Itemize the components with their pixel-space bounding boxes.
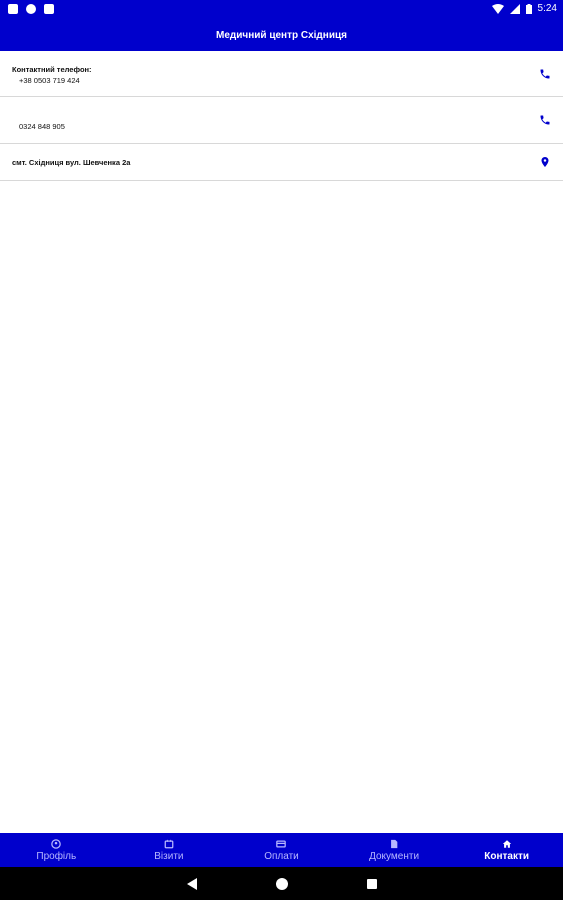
profile-icon bbox=[51, 838, 62, 849]
nav-label: Контакти bbox=[484, 850, 530, 862]
nav-item-payments[interactable]: Оплати bbox=[225, 833, 338, 867]
contact-address: смт. Східниця вул. Шевченка 2а bbox=[12, 158, 131, 167]
status-time: 5:24 bbox=[537, 3, 557, 14]
nav-label: Візити bbox=[154, 850, 184, 862]
page-title: Медичний центр Східниця bbox=[216, 30, 347, 41]
app-bar: Медичний центр Східниця bbox=[0, 20, 563, 51]
contact-row-address[interactable]: смт. Східниця вул. Шевченка 2а bbox=[0, 144, 563, 181]
contact-label: Контактний телефон: bbox=[12, 65, 92, 74]
bottom-navigation: Профіль Візити Оплати Документи Контакти bbox=[0, 833, 563, 867]
home-button-icon[interactable] bbox=[276, 878, 288, 890]
nav-item-documents[interactable]: Документи bbox=[338, 833, 451, 867]
nav-item-profile[interactable]: Профіль bbox=[0, 833, 113, 867]
home-icon bbox=[502, 839, 511, 848]
battery-icon bbox=[525, 3, 532, 14]
location-pin-icon[interactable] bbox=[539, 156, 551, 168]
system-navigation-bar bbox=[0, 867, 563, 900]
contact-value: +38 0503 719 424 bbox=[19, 76, 80, 85]
calendar-icon bbox=[164, 839, 174, 848]
notification-icon bbox=[26, 4, 36, 14]
nav-label: Профіль bbox=[36, 850, 77, 862]
contact-value: 0324 848 905 bbox=[19, 122, 65, 131]
status-bar: 5:24 bbox=[0, 0, 563, 20]
back-icon[interactable] bbox=[187, 878, 197, 890]
nav-item-contacts[interactable]: Контакти bbox=[450, 833, 563, 867]
status-right: 5:24 bbox=[491, 3, 557, 14]
notification-icon bbox=[8, 4, 18, 14]
nav-label: Документи bbox=[369, 850, 420, 862]
contact-row-phone-1[interactable]: Контактний телефон: +38 0503 719 424 bbox=[0, 51, 563, 97]
contact-row-phone-2[interactable]: 0324 848 905 bbox=[0, 97, 563, 144]
phone-icon[interactable] bbox=[539, 114, 551, 126]
phone-icon[interactable] bbox=[539, 68, 551, 80]
nav-item-visits[interactable]: Візити bbox=[113, 833, 226, 867]
signal-icon bbox=[509, 3, 520, 14]
sd-card-icon bbox=[44, 4, 54, 14]
card-icon bbox=[276, 839, 287, 848]
nav-label: Оплати bbox=[264, 850, 299, 862]
document-icon bbox=[391, 839, 398, 848]
recent-apps-icon[interactable] bbox=[367, 879, 377, 889]
notification-icons bbox=[8, 4, 54, 14]
wifi-icon bbox=[491, 3, 504, 14]
